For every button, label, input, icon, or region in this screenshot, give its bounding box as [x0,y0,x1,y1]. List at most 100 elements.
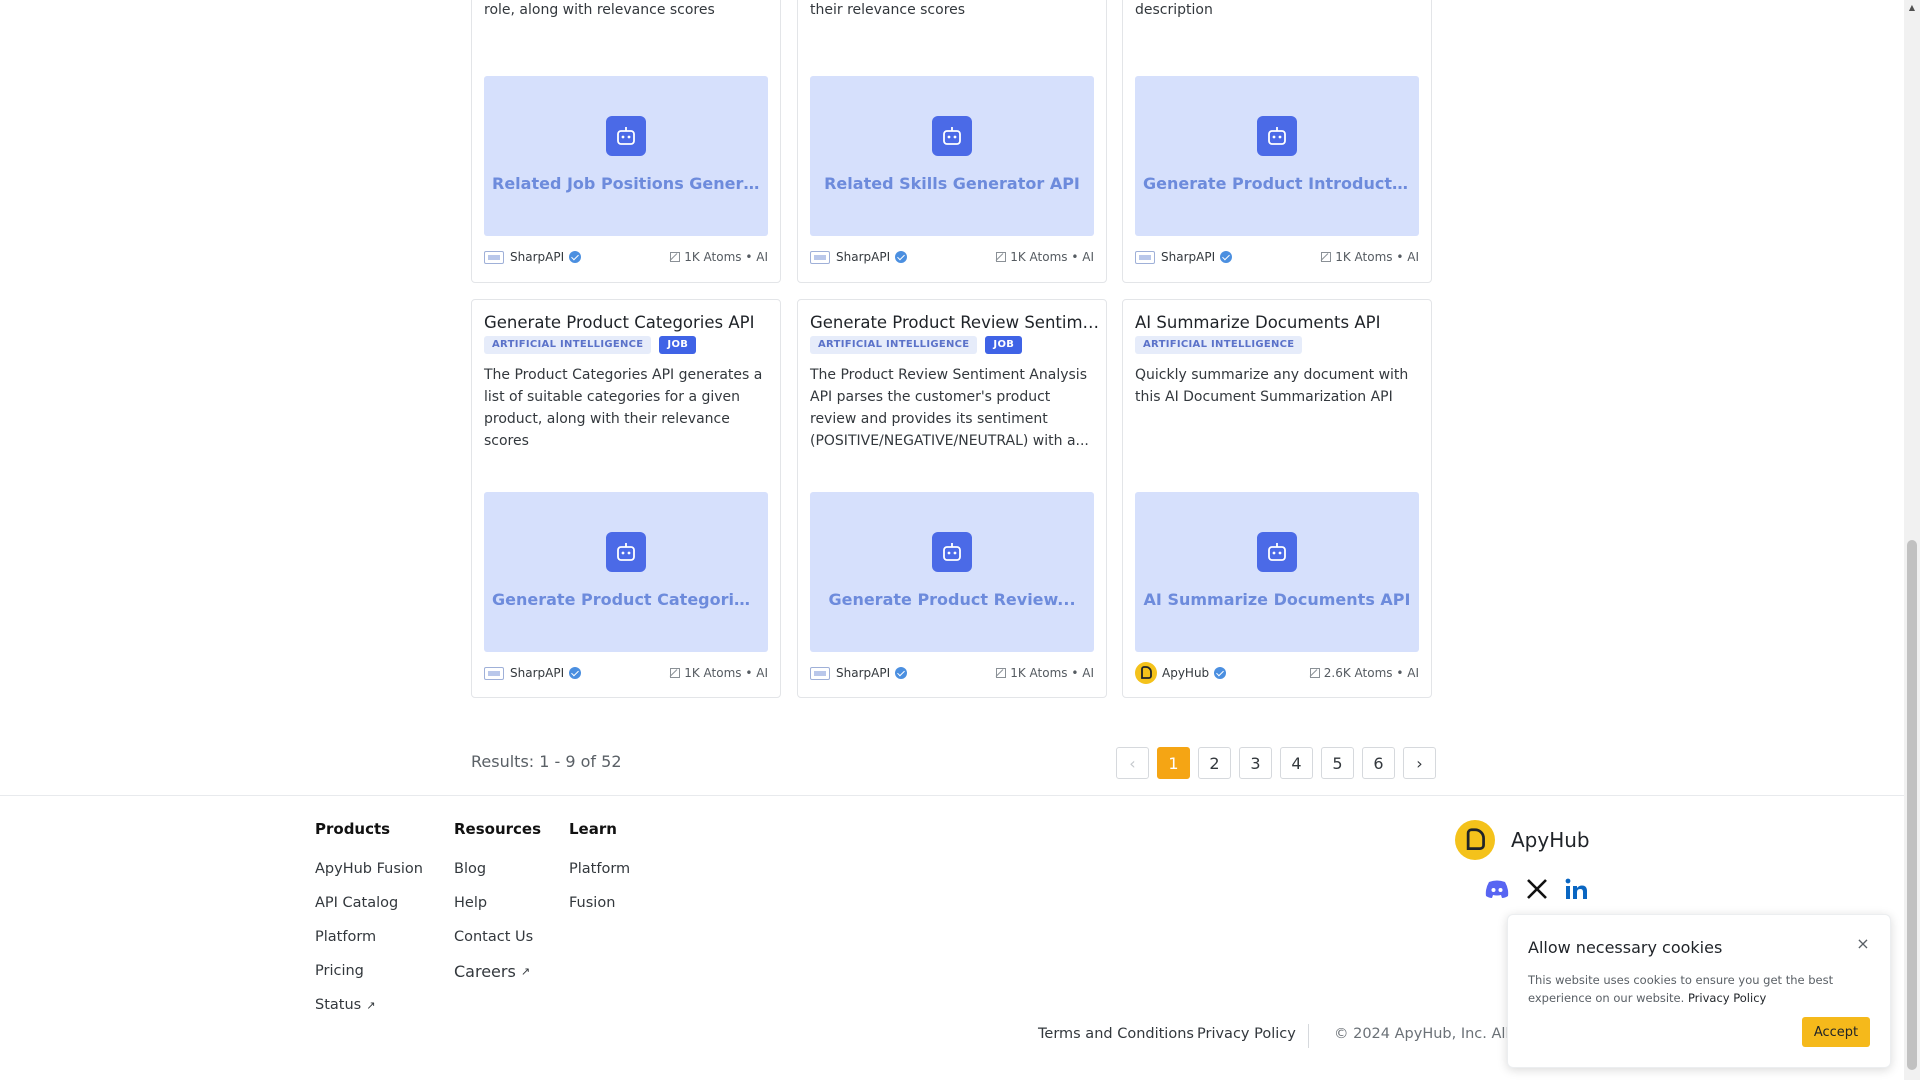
next-page-button[interactable]: › [1403,747,1436,779]
card-preview[interactable]: Related Skills Generator API [810,76,1094,236]
card-stats: 1K Atoms • AI [684,250,768,264]
cookie-banner: Allow necessary cookies × This website u… [1507,914,1891,1068]
api-card[interactable]: their relevance scores Related Skills Ge… [797,0,1107,283]
provider-logo [484,666,504,680]
card-preview[interactable]: Related Job Positions Generato... [484,76,768,236]
preview-title: AI Summarize Documents API [1143,590,1411,609]
card-description: Quickly summarize any document with this… [1135,367,1409,405]
preview-title: Related Skills Generator API [824,174,1080,193]
linkedin-icon[interactable] [1564,876,1590,902]
provider-name[interactable]: SharpAPI [510,666,564,680]
card-stats: 2.6K Atoms • AI [1323,666,1419,680]
cookie-body: This website uses cookies to ensure you … [1528,971,1868,1007]
scroll-up-arrow-icon[interactable]: ▲ [1904,0,1920,16]
category-tag[interactable]: ARTIFICIAL INTELLIGENCE [810,336,978,354]
footer-link-status-label: Status [315,997,362,1013]
category-tag[interactable]: ARTIFICIAL INTELLIGENCE [484,336,652,354]
footer-link-api-catalog[interactable]: API Catalog [315,886,423,920]
footer-link-contact-us[interactable]: Contact Us [454,920,541,954]
footer-link-help[interactable]: Help [454,886,541,920]
provider-logo [1135,250,1155,264]
footer-resources-column: Resources Blog Help Contact Us Careers ↗ [454,820,541,988]
page-button-4[interactable]: 4 [1280,747,1313,779]
atoms-icon [670,252,681,262]
footer-learn-column: Learn Platform Fusion [569,820,630,920]
page-button-5[interactable]: 5 [1321,747,1354,779]
card-stats: 1K Atoms • AI [1010,250,1094,264]
terms-link[interactable]: Terms and Conditions [1038,1026,1194,1042]
privacy-policy-link[interactable]: Privacy Policy [1197,1026,1296,1042]
card-title[interactable]: AI Summarize Documents API [1135,313,1425,332]
provider-name[interactable]: SharpAPI [1161,250,1215,264]
footer-link-learn-platform[interactable]: Platform [569,852,630,886]
footer-divider [0,795,1904,796]
api-card[interactable]: Generate Product Categories API ARTIFICI… [471,299,781,698]
card-title[interactable]: Generate Product Categories API [484,313,774,332]
legal-divider [1308,1024,1309,1048]
provider-name[interactable]: SharpAPI [836,666,890,680]
x-twitter-icon[interactable] [1524,876,1550,902]
verified-icon [1214,667,1227,679]
robot-icon [932,116,972,156]
atoms-icon [670,668,681,678]
api-card[interactable]: AI Summarize Documents API ARTIFICIAL IN… [1122,299,1432,698]
card-title[interactable]: Generate Product Review Sentime... [810,313,1100,332]
footer-link-status[interactable]: Status ↗ [315,988,423,1022]
robot-icon [606,532,646,572]
api-card[interactable]: description Generate Product Introductio… [1122,0,1432,283]
job-tag[interactable]: JOB [985,336,1023,354]
provider-logo [810,250,830,264]
robot-icon [1257,116,1297,156]
card-preview[interactable]: Generate Product Review... [810,492,1094,652]
page-button-6[interactable]: 6 [1362,747,1395,779]
card-description: The Product Categories API generates a l… [484,367,763,449]
verified-icon [895,251,908,263]
card-preview[interactable]: Generate Product Introduction... [1135,76,1419,236]
footer-link-platform[interactable]: Platform [315,920,423,954]
provider-name[interactable]: SharpAPI [510,250,564,264]
provider-name[interactable]: SharpAPI [836,250,890,264]
preview-title: Generate Product Review... [828,590,1076,609]
footer-link-learn-fusion[interactable]: Fusion [569,886,630,920]
category-tag[interactable]: ARTIFICIAL INTELLIGENCE [1135,336,1303,354]
card-stats: 1K Atoms • AI [684,666,768,680]
provider-name[interactable]: ApyHub [1162,666,1209,680]
card-preview[interactable]: AI Summarize Documents API [1135,492,1419,652]
cookie-body-text: This website uses cookies to ensure you … [1528,973,1834,1005]
card-description: The Product Review Sentiment Analysis AP… [810,367,1089,449]
cookie-title: Allow necessary cookies [1528,938,1723,957]
footer-heading-learn: Learn [569,820,617,838]
robot-icon [932,532,972,572]
card-description: their relevance scores [810,2,966,18]
robot-icon [606,116,646,156]
page-button-2[interactable]: 2 [1198,747,1231,779]
page-button-3[interactable]: 3 [1239,747,1272,779]
footer-link-careers[interactable]: Careers ↗ [454,954,541,988]
footer-link-pricing[interactable]: Pricing [315,954,423,988]
close-icon[interactable]: × [1854,935,1872,953]
footer-link-careers-label: Careers [454,961,516,981]
discord-icon[interactable] [1484,876,1510,902]
verified-icon [1220,251,1233,263]
cookie-privacy-link[interactable]: Privacy Policy [1688,991,1766,1005]
card-description: description [1135,2,1213,18]
footer-products-column: Products ApyHub Fusion API Catalog Platf… [315,820,423,1022]
pagination: ‹ 1 2 3 4 5 6 › [1116,747,1436,779]
atoms-icon [1309,668,1320,678]
job-tag[interactable]: JOB [659,336,697,354]
footer-brand[interactable]: ApyHub [1455,820,1590,860]
card-preview[interactable]: Generate Product Categories API [484,492,768,652]
footer-heading-products: Products [315,820,391,838]
api-card[interactable]: Generate Product Review Sentime... ARTIF… [797,299,1107,698]
preview-title: Generate Product Introduction... [1143,174,1411,193]
prev-page-button[interactable]: ‹ [1116,747,1149,779]
accept-button[interactable]: Accept [1802,1017,1870,1047]
footer-link-blog[interactable]: Blog [454,852,541,886]
brand-name: ApyHub [1511,828,1590,852]
page-button-1[interactable]: 1 [1157,747,1190,779]
scrollbar-thumb[interactable] [1907,540,1917,1070]
robot-icon [1257,532,1297,572]
provider-logo [810,666,830,680]
footer-link-apyhub-fusion[interactable]: ApyHub Fusion [315,852,423,886]
api-card[interactable]: role, along with relevance scores Relate… [471,0,781,283]
